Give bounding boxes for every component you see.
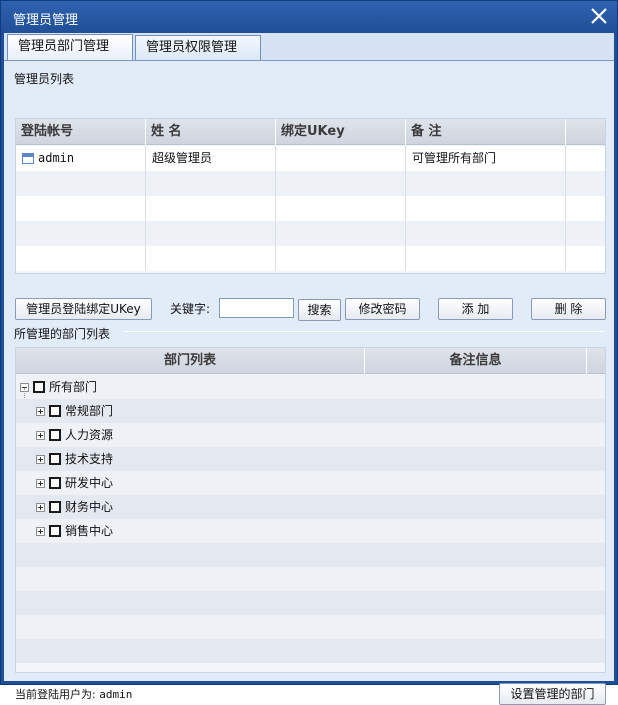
- tree-node[interactable]: 常规部门: [36, 402, 113, 420]
- bind-ukey-button[interactable]: 管理员登陆绑定UKey: [15, 298, 152, 320]
- delete-button[interactable]: 删 除: [531, 298, 606, 320]
- checkbox[interactable]: [49, 453, 61, 465]
- dept-tree-header: 部门列表 备注信息: [16, 348, 605, 374]
- admin-list-label: 管理员列表: [14, 72, 75, 86]
- empty-cell: [146, 171, 276, 196]
- empty-row: [16, 591, 605, 615]
- tree-row: 技术支持: [16, 447, 605, 471]
- dept-list-label: 所管理的部门列表: [14, 327, 111, 341]
- checkbox[interactable]: [49, 405, 61, 417]
- tree-node-root[interactable]: 所有部门: [20, 378, 97, 396]
- keyword-label: 关键字:: [170, 302, 211, 316]
- empty-cell: [276, 196, 406, 221]
- expand-icon[interactable]: [36, 502, 45, 512]
- tree-node-label: 技术支持: [65, 452, 114, 466]
- checkbox[interactable]: [49, 429, 61, 441]
- column-header-dept[interactable]: 部门列表: [16, 348, 365, 374]
- tree-row: 常规部门: [16, 399, 605, 423]
- empty-cell: [146, 246, 276, 271]
- empty-cell: [406, 221, 566, 246]
- empty-cell: [276, 171, 406, 196]
- empty-row: [16, 543, 605, 567]
- empty-cell: [406, 246, 566, 271]
- set-managed-dept-button[interactable]: 设置管理的部门: [499, 683, 606, 705]
- table-row-icon: [22, 153, 34, 164]
- close-icon[interactable]: [587, 4, 611, 28]
- empty-row: [16, 567, 605, 591]
- account-text: admin: [38, 151, 75, 165]
- checkbox[interactable]: [49, 501, 61, 513]
- empty-row: [16, 639, 605, 663]
- column-header-account[interactable]: 登陆帐号: [16, 119, 146, 145]
- cell-note: 可管理所有部门: [406, 146, 566, 171]
- empty-row: [16, 615, 605, 639]
- tree-row: 销售中心: [16, 519, 605, 543]
- tree-row: 人力资源: [16, 423, 605, 447]
- cell-account: admin: [16, 146, 146, 171]
- tree-node-label: 销售中心: [65, 524, 114, 538]
- column-header-remark[interactable]: 备注信息: [365, 348, 587, 374]
- tab-bar: 管理员部门管理 管理员权限管理: [4, 33, 614, 62]
- tree-node-label: 所有部门: [49, 380, 98, 394]
- current-user-label: 当前登陆用户为:: [15, 688, 96, 701]
- tree-row: 研发中心: [16, 471, 605, 495]
- client-area: 管理员部门管理 管理员权限管理 管理员列表 登陆帐号 姓 名 绑定UKey 备 …: [4, 33, 614, 705]
- empty-row: [16, 246, 605, 271]
- empty-cell: [276, 221, 406, 246]
- checkbox[interactable]: [49, 525, 61, 537]
- tree-node-label: 人力资源: [65, 428, 114, 442]
- tree-node[interactable]: 销售中心: [36, 522, 113, 540]
- column-header-ukey[interactable]: 绑定UKey: [276, 119, 406, 145]
- empty-row: [16, 196, 605, 221]
- tab-admin-dept[interactable]: 管理员部门管理: [7, 34, 133, 62]
- expand-icon[interactable]: [36, 454, 45, 464]
- empty-cell: [16, 246, 146, 271]
- empty-cell: [16, 221, 146, 246]
- admin-table: 登陆帐号 姓 名 绑定UKey 备 注 admin 超级管理员 可管理所有部门: [15, 118, 606, 274]
- expand-icon[interactable]: [36, 478, 45, 488]
- status-text: 当前登陆用户为: admin: [15, 686, 132, 702]
- tree-node[interactable]: 研发中心: [36, 474, 113, 492]
- empty-cell: [16, 196, 146, 221]
- expand-icon[interactable]: [36, 526, 45, 536]
- tree-row: 所有部门: [16, 375, 605, 399]
- empty-cell: [406, 171, 566, 196]
- table-row[interactable]: admin 超级管理员 可管理所有部门: [16, 146, 605, 171]
- current-user-value: admin: [99, 688, 133, 701]
- empty-cell: [276, 246, 406, 271]
- column-header-name[interactable]: 姓 名: [146, 119, 276, 145]
- empty-cell: [16, 171, 146, 196]
- admin-table-header: 登陆帐号 姓 名 绑定UKey 备 注: [16, 119, 605, 145]
- tree-node-label: 常规部门: [65, 404, 114, 418]
- tree-node-label: 财务中心: [65, 500, 114, 514]
- tab-admin-permission[interactable]: 管理员权限管理: [135, 35, 261, 61]
- tree-node-label: 研发中心: [65, 476, 114, 490]
- admin-management-window: 管理员管理 管理员部门管理 管理员权限管理 管理员列表 登陆帐号 姓 名 绑定U…: [0, 0, 618, 705]
- checkbox[interactable]: [33, 381, 45, 393]
- empty-cell: [146, 221, 276, 246]
- search-button[interactable]: 搜索: [298, 299, 341, 321]
- expand-icon[interactable]: [36, 406, 45, 416]
- tree-row: 财务中心: [16, 495, 605, 519]
- change-password-button[interactable]: 修改密码: [345, 298, 420, 320]
- expand-icon[interactable]: [36, 430, 45, 440]
- keyword-input[interactable]: [219, 298, 294, 318]
- empty-row: [16, 221, 605, 246]
- empty-cell: [146, 196, 276, 221]
- tree-node[interactable]: 人力资源: [36, 426, 113, 444]
- empty-row: [16, 171, 605, 196]
- dept-tree-grid: 部门列表 备注信息 所有部门 常规部门 人力资源 技术支持 研发中心 财务中心 …: [15, 347, 606, 673]
- checkbox[interactable]: [49, 477, 61, 489]
- add-button[interactable]: 添 加: [438, 298, 513, 320]
- divider: [124, 331, 605, 332]
- empty-cell: [406, 196, 566, 221]
- tab-panel: 管理员列表 登陆帐号 姓 名 绑定UKey 备 注 admin 超级管理员 可管…: [4, 60, 614, 705]
- cell-ukey: [276, 146, 406, 171]
- cell-name: 超级管理员: [146, 146, 276, 171]
- column-header-note[interactable]: 备 注: [406, 119, 566, 145]
- window-title: 管理员管理: [13, 13, 79, 28]
- tree-node[interactable]: 技术支持: [36, 450, 113, 468]
- title-bar: 管理员管理: [1, 1, 617, 33]
- tree-node[interactable]: 财务中心: [36, 498, 113, 516]
